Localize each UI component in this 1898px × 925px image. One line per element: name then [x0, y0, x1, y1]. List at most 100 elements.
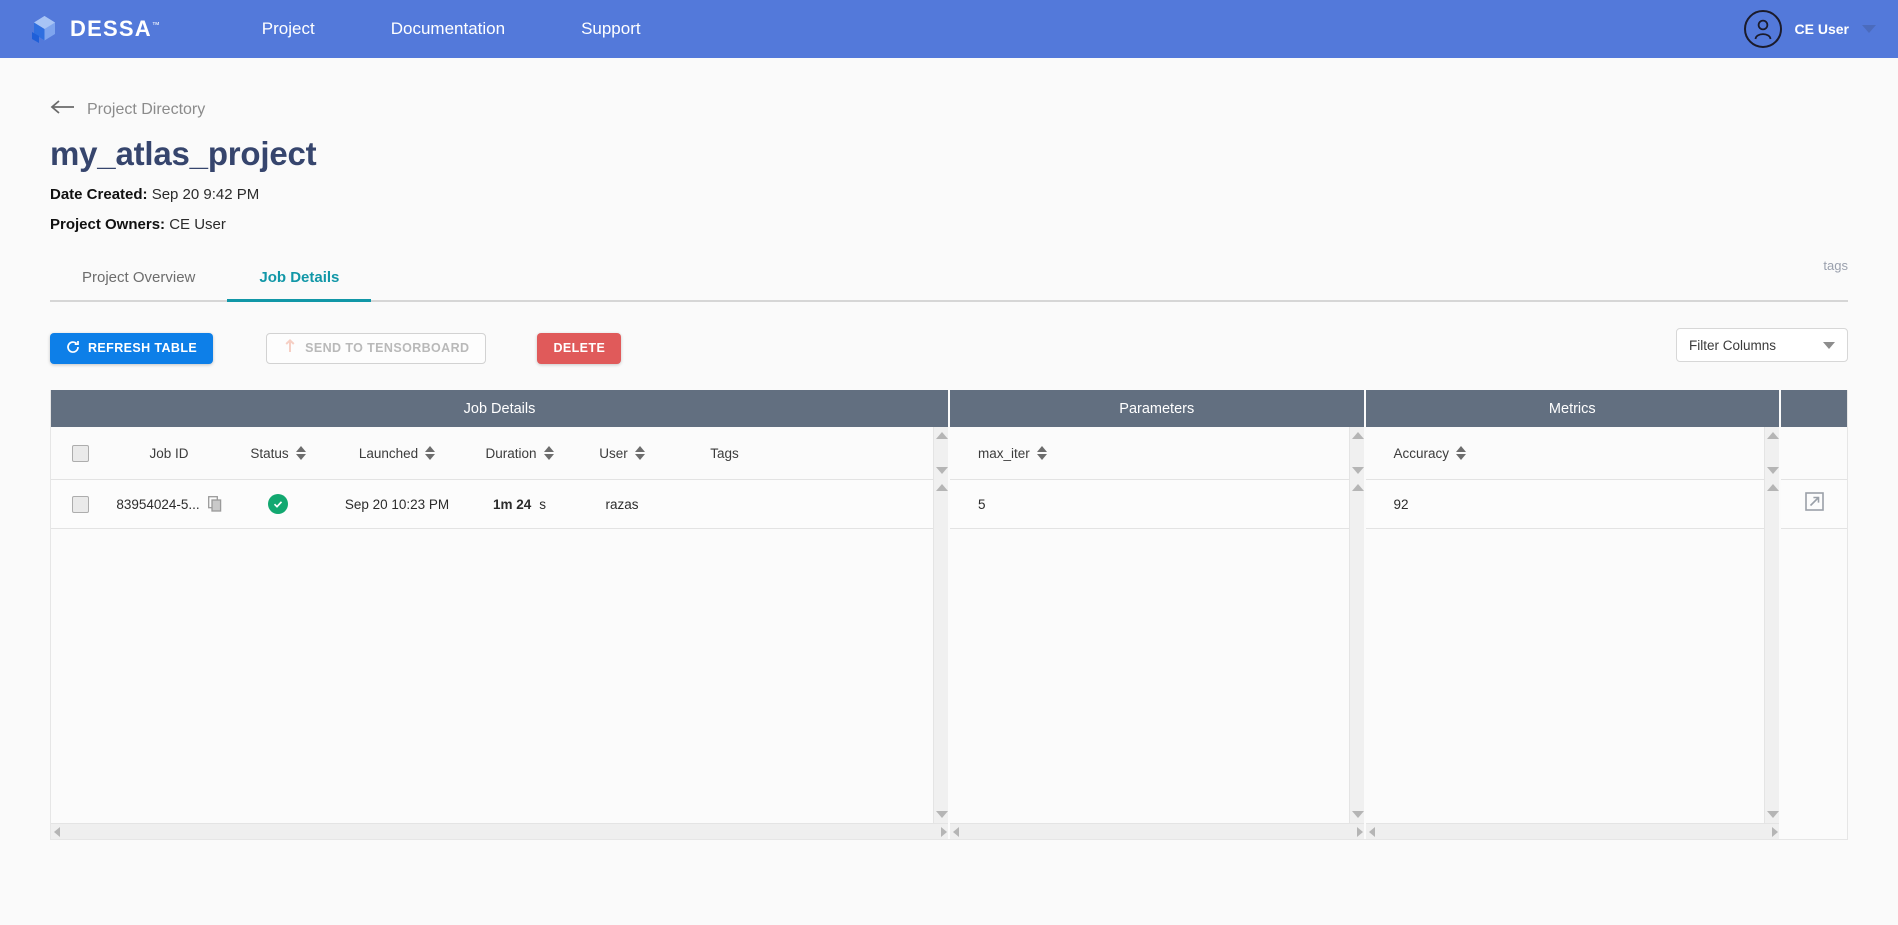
scroll-up-icon[interactable]	[1767, 432, 1780, 439]
horizontal-scrollbar-parameters[interactable]	[950, 823, 1366, 839]
job-id-value: 83954024-5...	[116, 496, 200, 512]
table-group-parameters: Parameters max_iter 5	[950, 390, 1366, 839]
scroll-up-icon[interactable]	[1351, 432, 1364, 439]
avatar	[1743, 10, 1782, 48]
scroll-up-icon[interactable]	[936, 432, 948, 439]
table-group-metrics: Metrics Accuracy 92	[1365, 390, 1782, 839]
column-label: Duration	[485, 445, 537, 461]
jobs-table: Job Details Job ID Status Launched Durat…	[50, 390, 1848, 840]
column-header-duration[interactable]: Duration	[467, 446, 572, 461]
row-select-cell	[51, 495, 109, 513]
column-header-user[interactable]: User	[572, 446, 672, 461]
external-link-icon	[1804, 492, 1824, 516]
column-header-row-parameters: max_iter	[950, 427, 1366, 479]
table-row-metrics[interactable]: 92	[1365, 479, 1782, 529]
scroll-up-icon[interactable]	[1767, 484, 1780, 491]
date-created-key: Date Created:	[50, 186, 148, 203]
sort-icon[interactable]	[543, 446, 554, 460]
cell-launched: Sep 20 10:23 PM	[344, 496, 450, 512]
refresh-table-button[interactable]: REFRESH TABLE	[50, 332, 214, 364]
column-header-row-metrics: Accuracy	[1365, 427, 1782, 479]
scroll-right-icon[interactable]	[1356, 826, 1363, 837]
horizontal-scrollbar-metrics[interactable]	[1365, 823, 1782, 839]
filter-columns-dropdown[interactable]: Filter Columns	[1676, 328, 1848, 362]
refresh-table-label: REFRESH TABLE	[88, 341, 198, 355]
sort-icon[interactable]	[1456, 446, 1467, 460]
scroll-down-icon[interactable]	[1767, 811, 1780, 818]
user-menu[interactable]: CE User	[1743, 0, 1876, 58]
tab-job-details[interactable]: Job Details	[227, 259, 372, 302]
scroll-left-icon[interactable]	[1368, 826, 1375, 837]
scroll-down-icon[interactable]	[936, 811, 948, 818]
sort-icon[interactable]	[295, 446, 306, 460]
cell-duration: 1m 24 s	[467, 497, 572, 512]
scroll-left-icon[interactable]	[54, 826, 60, 837]
row-checkbox[interactable]	[71, 495, 89, 513]
dessa-logo-icon	[28, 13, 61, 46]
table-group-actions	[1781, 390, 1847, 839]
metrics-empty-area	[1365, 529, 1782, 823]
actions-empty-area	[1781, 529, 1847, 839]
group-divider	[1363, 390, 1366, 839]
page-title: my_atlas_project	[50, 135, 317, 172]
column-label: Accuracy	[1393, 445, 1450, 461]
nav-link-project[interactable]: Project	[224, 19, 353, 39]
nav-links: Project Documentation Support	[224, 19, 679, 39]
action-toolbar: REFRESH TABLE SEND TO TENSORBOARD DELETE…	[50, 328, 1848, 366]
select-all-checkbox[interactable]	[71, 444, 89, 462]
project-owners-row: Project Owners: CE User	[50, 216, 1848, 233]
nav-link-documentation[interactable]: Documentation	[353, 19, 543, 39]
chevron-down-icon[interactable]	[1862, 25, 1876, 33]
nav-link-support[interactable]: Support	[543, 19, 679, 39]
table-group-job-details: Job Details Job ID Status Launched Durat…	[51, 390, 950, 839]
group-body-actions	[1781, 427, 1847, 839]
group-header-metrics: Metrics	[1365, 390, 1782, 427]
page-content: Project Directory my_atlas_project tags …	[0, 100, 1898, 840]
column-header-accuracy[interactable]: Accuracy	[1366, 446, 1536, 461]
group-header-parameters: Parameters	[950, 390, 1366, 427]
scroll-up-icon[interactable]	[1351, 484, 1364, 491]
sort-icon[interactable]	[634, 446, 645, 460]
scroll-left-icon[interactable]	[953, 826, 959, 837]
copy-icon[interactable]	[207, 496, 222, 512]
cell-status	[229, 494, 327, 514]
group-divider	[948, 390, 950, 839]
column-header-row: Job ID Status Launched Duration User Tag…	[51, 427, 950, 479]
group-body-job-details: Job ID Status Launched Duration User Tag…	[51, 427, 950, 839]
column-header-max-iter[interactable]: max_iter	[950, 446, 1120, 461]
sort-icon[interactable]	[1036, 446, 1047, 460]
delete-button[interactable]: DELETE	[537, 332, 622, 364]
brand-logo[interactable]: DESSA™	[28, 13, 160, 46]
scroll-down-icon[interactable]	[1351, 811, 1364, 818]
table-row[interactable]: 83954024-5... Sep 20 10:23 PM 1m 24 s ra…	[51, 479, 950, 529]
table-row-parameters[interactable]: 5	[950, 479, 1366, 529]
tab-project-overview[interactable]: Project Overview	[50, 259, 227, 302]
scroll-right-icon[interactable]	[1772, 826, 1779, 837]
group-body-parameters: max_iter 5	[950, 427, 1366, 839]
duration-value: 1m 24	[492, 496, 532, 512]
scroll-up-icon[interactable]	[936, 484, 948, 491]
breadcrumb[interactable]: Project Directory	[50, 100, 205, 119]
send-to-tensorboard-button[interactable]: SEND TO TENSORBOARD	[266, 332, 487, 364]
group-body-metrics: Accuracy 92	[1365, 427, 1782, 839]
scroll-down-icon[interactable]	[1767, 467, 1780, 474]
cell-accuracy: 92	[1393, 496, 1409, 512]
user-name-label: CE User	[1794, 21, 1849, 37]
parameters-empty-area	[950, 529, 1366, 823]
duration-unit: s	[539, 496, 547, 512]
column-label: Status	[250, 445, 289, 461]
column-header-launched[interactable]: Launched	[327, 446, 467, 461]
project-owners-value: CE User	[169, 216, 226, 233]
filter-columns-label: Filter Columns	[1689, 337, 1777, 353]
horizontal-scrollbar-job-details[interactable]	[51, 823, 950, 839]
column-header-job-id: Job ID	[109, 446, 229, 461]
column-label: Tags	[710, 445, 739, 461]
sort-icon[interactable]	[425, 446, 436, 460]
scroll-down-icon[interactable]	[936, 467, 948, 474]
date-created-row: Date Created: Sep 20 9:42 PM	[50, 186, 1848, 203]
column-header-status[interactable]: Status	[229, 446, 327, 461]
tags-label[interactable]: tags	[1823, 258, 1848, 273]
scroll-down-icon[interactable]	[1351, 467, 1364, 474]
scroll-right-icon[interactable]	[941, 826, 947, 837]
open-job-button[interactable]	[1781, 479, 1847, 529]
